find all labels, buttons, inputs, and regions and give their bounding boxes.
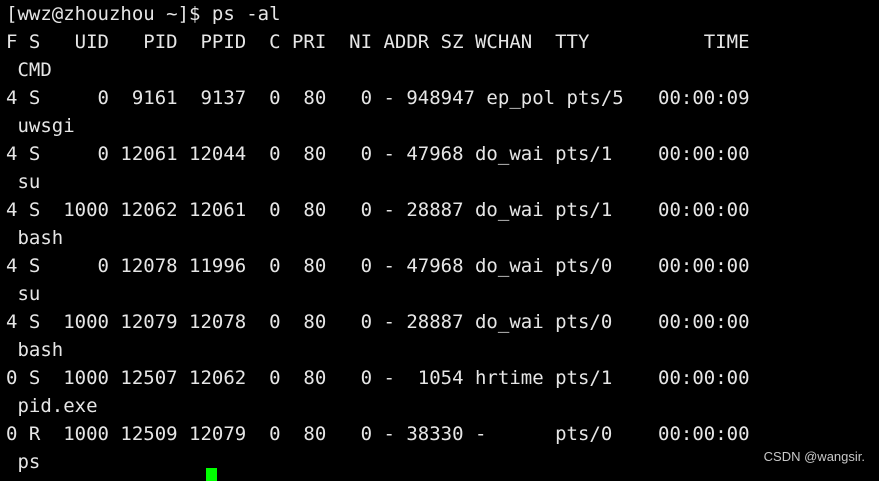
- process-cmd: uwsgi: [6, 115, 75, 137]
- terminal-window[interactable]: [wwz@zhouzhou ~]$ ps -al F S UID PID PPI…: [0, 0, 879, 481]
- watermark: CSDN @wangsir.: [763, 449, 865, 464]
- process-row: 4 S 1000 12062 12061 0 80 0 - 28887 do_w…: [6, 199, 750, 221]
- process-row: 0 R 1000 12509 12079 0 80 0 - 38330 - pt…: [6, 423, 750, 445]
- process-cmd: pid.exe: [6, 395, 98, 417]
- cursor-block-icon: [206, 467, 217, 481]
- command-prompt: [wwz@zhouzhou ~]$ ps -al: [6, 3, 281, 25]
- process-row: 4 S 0 12078 11996 0 80 0 - 47968 do_wai …: [6, 255, 750, 277]
- process-row: 0 S 1000 12507 12062 0 80 0 - 1054 hrtim…: [6, 367, 750, 389]
- process-row: 4 S 0 12061 12044 0 80 0 - 47968 do_wai …: [6, 143, 750, 165]
- process-cmd: bash: [6, 227, 64, 249]
- ps-header-cmd: CMD: [6, 59, 52, 81]
- process-row: 4 S 1000 12079 12078 0 80 0 - 28887 do_w…: [6, 311, 750, 333]
- ps-header: F S UID PID PPID C PRI NI ADDR SZ WCHAN …: [6, 31, 750, 53]
- process-cmd: su: [6, 171, 41, 193]
- process-row: 4 S 0 9161 9137 0 80 0 - 948947 ep_pol p…: [6, 87, 750, 109]
- process-cmd: bash: [6, 339, 64, 361]
- current-prompt: [6, 462, 217, 481]
- process-cmd: su: [6, 283, 41, 305]
